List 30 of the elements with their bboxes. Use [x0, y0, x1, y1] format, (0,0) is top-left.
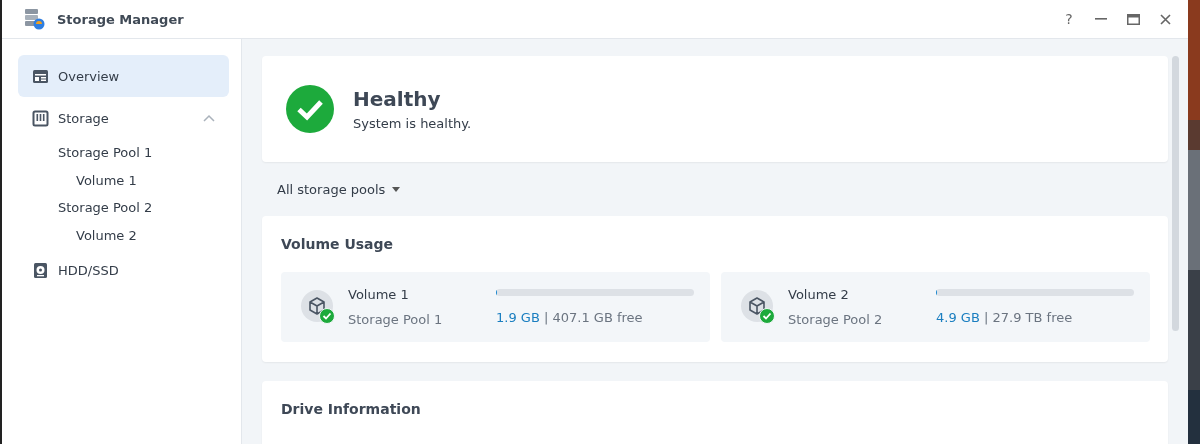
dashboard-icon	[32, 67, 49, 85]
maximize-icon	[1126, 13, 1140, 25]
storage-icon	[32, 109, 49, 127]
status-message: System is healthy.	[353, 116, 472, 131]
help-button[interactable]: ?	[1060, 10, 1078, 28]
card-title: Volume Usage	[281, 236, 395, 252]
card-title: Drive Information	[281, 401, 422, 417]
usage-text: 1.9 GB | 407.1 GB free	[496, 310, 644, 325]
volume-name: Volume 1	[348, 287, 410, 302]
sidebar-item[interactable]: Storage Pool 1	[58, 139, 153, 167]
window-title: Storage Manager	[57, 11, 184, 27]
usage-text: 4.9 GB | 27.9 TB free	[936, 310, 1074, 325]
hard-drive-icon	[32, 261, 49, 279]
pool-filter-dropdown[interactable]: All storage pools	[277, 182, 401, 197]
sidebar-item[interactable]: Overview	[18, 55, 229, 97]
sidebar-item[interactable]: Volume 2	[76, 221, 137, 249]
scrollbar-thumb[interactable]	[1172, 56, 1179, 331]
sidebar-item[interactable]: Storage Pool 2	[58, 194, 153, 222]
pool-name: Storage Pool 1	[348, 312, 444, 327]
minus-icon	[1095, 18, 1107, 20]
app-icon	[22, 7, 46, 31]
sidebar-item[interactable]: HDD/SSD	[18, 249, 229, 291]
sidebar-item[interactable]: Volume 1	[76, 166, 137, 194]
pool-name: Storage Pool 2	[788, 312, 884, 327]
chevron-up-icon	[203, 114, 215, 122]
sidebar-item[interactable]: Storage	[18, 97, 229, 139]
status-title: Healthy	[353, 87, 442, 111]
caret-icon	[392, 187, 401, 192]
volume-name: Volume 2	[788, 287, 850, 302]
close-icon	[1159, 13, 1171, 25]
